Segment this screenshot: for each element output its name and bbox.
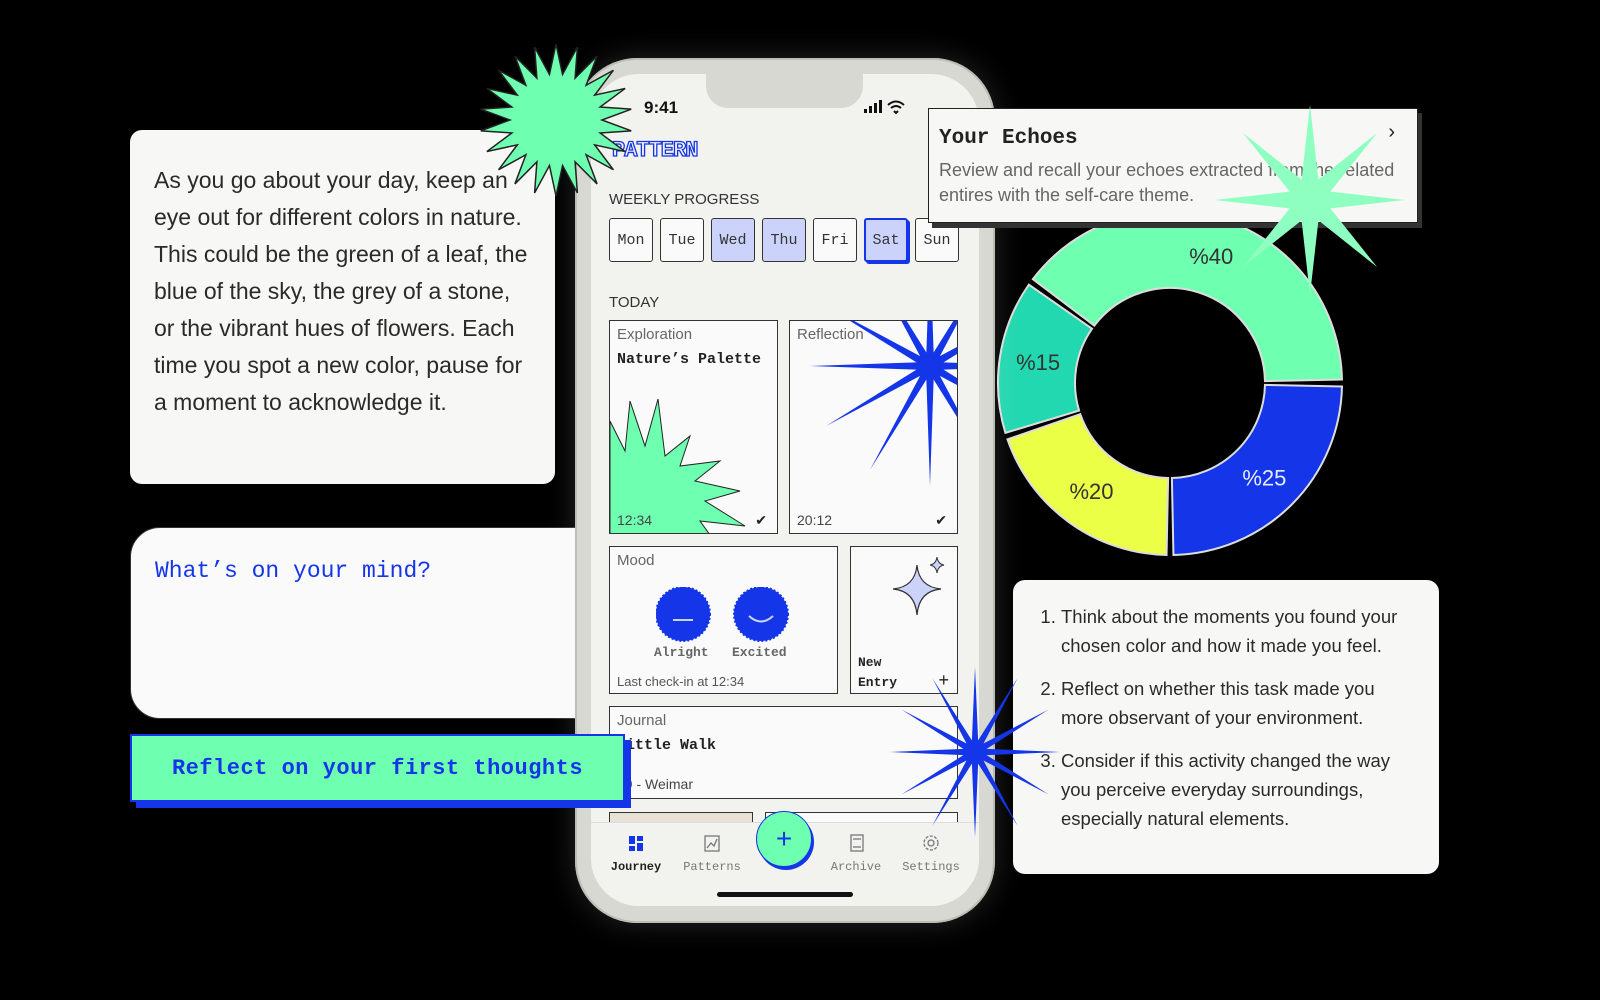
settings-icon xyxy=(923,835,939,851)
day-thu[interactable]: Thu xyxy=(762,218,806,262)
exploration-card[interactable]: Exploration Nature’s Palette 12:34 ✔ xyxy=(609,320,778,534)
nav-label: Patterns xyxy=(683,860,741,874)
plus-icon: + xyxy=(775,823,793,854)
star-shape xyxy=(810,321,957,486)
journal-title: Little Walk xyxy=(617,737,717,754)
day-fri[interactable]: Fri xyxy=(813,218,857,262)
add-entry-fab[interactable]: + xyxy=(756,811,812,867)
last-checkin: Last check-in at 12:34 xyxy=(617,674,745,689)
today-label: TODAY xyxy=(609,294,660,311)
home-indicator xyxy=(717,892,853,897)
journal-meta: 09 - Weimar xyxy=(617,776,693,792)
weekly-progress-label: WEEKLY PROGRESS xyxy=(609,191,760,208)
patterns-icon xyxy=(704,835,720,852)
card-time: 20:12 xyxy=(797,512,833,528)
check-icon: ✔ xyxy=(755,512,767,528)
card-time: 12:34 xyxy=(617,512,653,528)
status-time: 9:41 xyxy=(644,98,679,117)
archive-icon xyxy=(850,834,864,852)
signal-icon xyxy=(864,100,882,113)
card-title: Nature’s Palette xyxy=(617,351,762,368)
nav-label: Journey xyxy=(610,860,662,874)
phone-screen: 9:41 PATTERN WEEKLY PROGRESS Mon Tue Wed… xyxy=(591,74,979,906)
weekly-days: Mon Tue Wed Thu Fri Sat Sun xyxy=(609,218,959,262)
reflect-button[interactable]: Reflect on your first thoughts xyxy=(130,734,625,802)
plus-icon: + xyxy=(938,670,949,690)
reflection-card[interactable]: Reflection 20:12 ✔ xyxy=(789,320,958,534)
day-wed[interactable]: Wed xyxy=(711,218,755,262)
echoes-title: Your Echoes xyxy=(939,127,1078,150)
nav-settings[interactable]: Settings xyxy=(896,833,966,874)
wifi-icon xyxy=(887,100,905,114)
donut-label: %15 xyxy=(1016,350,1060,375)
new-entry-button[interactable]: New Entry + xyxy=(850,546,958,694)
day-mon[interactable]: Mon xyxy=(609,218,653,262)
new-entry-label: New Entry xyxy=(858,655,898,690)
bottom-nav: Journey Patterns + Archive Settings xyxy=(591,811,979,906)
nav-journey[interactable]: Journey xyxy=(601,833,671,874)
echoes-description: Review and recall your echoes extracted … xyxy=(939,160,1395,205)
mood-faces xyxy=(656,587,789,642)
nav-archive[interactable]: Archive xyxy=(821,833,891,874)
nav-label: Settings xyxy=(902,860,960,874)
phone-notch xyxy=(706,74,863,108)
donut-label: %25 xyxy=(1242,465,1286,490)
mood-label: Mood xyxy=(617,552,655,569)
pattern-logo: PATTERN xyxy=(611,137,699,163)
mood-excited: Excited xyxy=(732,645,787,660)
check-icon: ✔ xyxy=(935,512,947,528)
blue-burst-icon xyxy=(810,321,957,486)
excited-face-icon xyxy=(733,587,789,642)
card-type: Reflection xyxy=(797,326,864,343)
nav-patterns[interactable]: Patterns xyxy=(677,833,747,874)
day-tue[interactable]: Tue xyxy=(660,218,704,262)
day-sat[interactable]: Sat xyxy=(864,218,908,262)
donut-label: %40 xyxy=(1189,244,1233,269)
journal-label: Journal xyxy=(617,712,667,729)
journey-icon xyxy=(629,836,643,851)
journal-card[interactable]: Journal Little Walk 09 - Weimar xyxy=(609,706,958,799)
sparkle-icon xyxy=(892,557,945,616)
nav-label: Archive xyxy=(830,860,882,874)
donut-label: %20 xyxy=(1070,479,1114,504)
mood-card[interactable]: Mood Alright Excited Last check-in at 12… xyxy=(609,546,838,694)
chevron-right-icon[interactable]: › xyxy=(1388,121,1395,144)
card-type: Exploration xyxy=(617,326,693,343)
mood-alright: Alright xyxy=(654,645,709,660)
status-icons xyxy=(864,100,905,114)
day-sun[interactable]: Sun xyxy=(915,218,959,262)
echoes-card[interactable]: Your Echoes Review and recall your echoe… xyxy=(928,108,1418,223)
alright-face-icon xyxy=(656,587,711,642)
